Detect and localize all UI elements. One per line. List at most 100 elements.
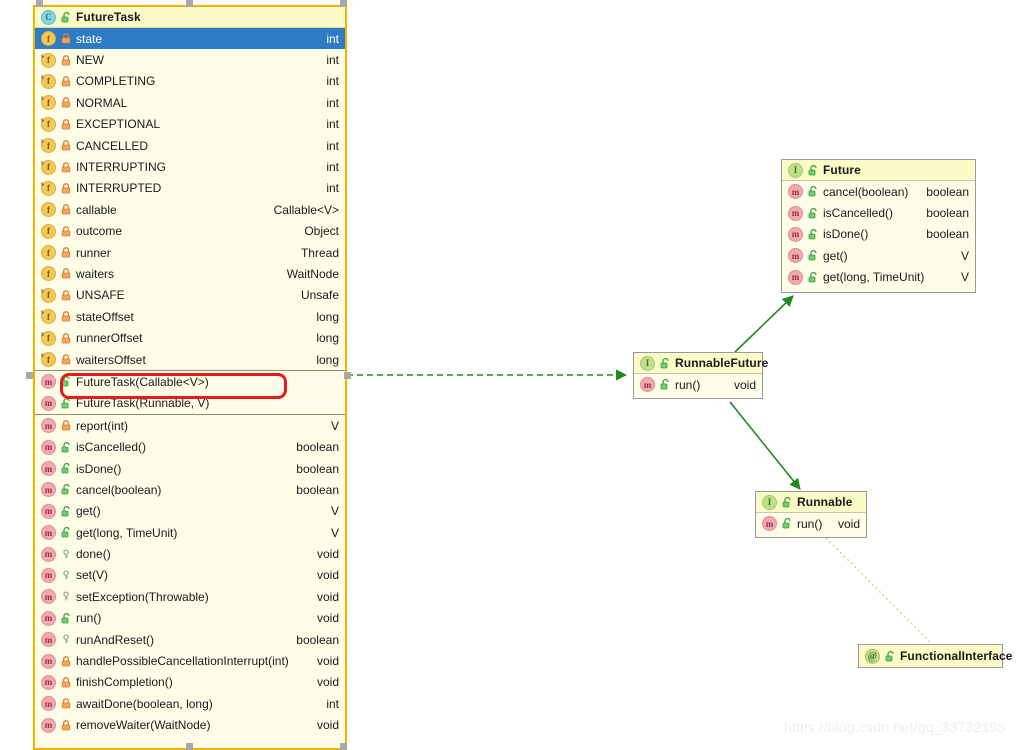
- table-row[interactable]: f runner Thread: [35, 242, 345, 263]
- visibility-private-icon: [60, 140, 71, 151]
- method-icon: m: [788, 248, 803, 264]
- member-name: isDone(): [76, 461, 122, 476]
- table-row[interactable]: m get(long, TimeUnit) V: [35, 522, 345, 543]
- table-row[interactable]: f NORMAL int: [35, 92, 345, 113]
- member-name: cancel(boolean): [823, 184, 909, 199]
- method-icon: m: [41, 461, 56, 476]
- member-name: isDone(): [823, 227, 869, 242]
- visibility-public-icon: [659, 379, 670, 390]
- class-header-future[interactable]: I Future: [782, 160, 975, 181]
- field-icon: f: [41, 245, 56, 261]
- table-row[interactable]: m get() V: [35, 501, 345, 522]
- table-row[interactable]: f CANCELLED int: [35, 135, 345, 156]
- method-icon: m: [41, 546, 56, 562]
- table-row[interactable]: m setException(Throwable) void: [35, 586, 345, 607]
- visibility-private-icon: [60, 655, 71, 667]
- table-row[interactable]: m finishCompletion() void: [35, 672, 345, 693]
- static-field-icon: f: [41, 159, 56, 175]
- class-box-runnable[interactable]: I Runnable m run() void: [755, 491, 867, 538]
- table-row[interactable]: m isDone() boolean: [35, 458, 345, 479]
- member-name: INTERRUPTED: [76, 181, 162, 196]
- table-row[interactable]: m isCancelled() boolean: [782, 202, 975, 223]
- member-name: get(): [823, 248, 848, 263]
- table-row[interactable]: m cancel(boolean) boolean: [782, 181, 975, 202]
- class-header-functionalinterface[interactable]: @ FunctionalInterface: [859, 645, 1012, 667]
- field-icon: f: [41, 266, 56, 282]
- table-row[interactable]: m removeWaiter(WaitNode) void: [35, 715, 345, 736]
- annotation-highlight-constructor: [60, 373, 287, 399]
- selection-handle-middle-left[interactable]: [26, 372, 33, 379]
- table-row[interactable]: f waitersOffset long: [35, 349, 345, 370]
- class-box-runnablefuture[interactable]: I RunnableFuture m run() void: [633, 352, 768, 399]
- table-row[interactable]: m awaitDone(boolean, long) int: [35, 693, 345, 714]
- method-icon: m: [41, 567, 56, 583]
- class-box-future[interactable]: I Future m cancel(boolean) boolean m isC…: [781, 159, 976, 293]
- diagram-canvas[interactable]: C FutureTask f state int f NEW int: [0, 0, 1031, 750]
- selection-handle-middle-right[interactable]: [344, 372, 351, 379]
- visibility-public-icon: [60, 397, 71, 409]
- annotation-icon: @: [865, 648, 880, 664]
- table-row[interactable]: f COMPLETING int: [35, 71, 345, 92]
- table-row[interactable]: m set(V) void: [35, 565, 345, 586]
- table-row[interactable]: f EXCEPTIONAL int: [35, 114, 345, 135]
- visibility-private-icon: [60, 183, 71, 194]
- method-list-runnablefuture: m run() void: [634, 374, 762, 395]
- table-row[interactable]: f stateOffset long: [35, 306, 345, 327]
- visibility-private-icon: [60, 698, 71, 709]
- member-name: state: [76, 31, 103, 46]
- table-row[interactable]: f state int: [35, 28, 345, 50]
- static-field-icon: f: [41, 180, 56, 196]
- relation-runnablefuture-future: [734, 295, 794, 353]
- member-type: int: [326, 160, 339, 175]
- member-type: V: [330, 525, 339, 540]
- member-type: void: [316, 589, 339, 604]
- visibility-private-icon: [60, 354, 71, 365]
- table-row[interactable]: m done() void: [35, 543, 345, 564]
- table-row[interactable]: f callable Callable<V>: [35, 199, 345, 220]
- table-row[interactable]: m report(int) V: [35, 415, 345, 436]
- class-header-runnable[interactable]: I Runnable: [756, 492, 866, 513]
- visibility-private-icon: [60, 332, 71, 344]
- table-row[interactable]: m run() void: [634, 374, 762, 395]
- member-name: get(long, TimeUnit): [76, 525, 178, 540]
- table-row[interactable]: m isCancelled() boolean: [35, 436, 345, 457]
- table-row[interactable]: f outcome Object: [35, 221, 345, 242]
- table-row[interactable]: f runnerOffset long: [35, 327, 345, 348]
- table-row[interactable]: f NEW int: [35, 49, 345, 70]
- relation-runnable-functionalinterface: [825, 537, 933, 645]
- visibility-public-icon: [781, 518, 792, 529]
- table-row[interactable]: m isDone() boolean: [782, 224, 975, 245]
- member-name: get(long, TimeUnit): [823, 270, 925, 285]
- table-row[interactable]: f INTERRUPTED int: [35, 178, 345, 199]
- table-row[interactable]: m run() void: [756, 513, 866, 534]
- member-type: int: [326, 53, 339, 68]
- member-name: done(): [76, 547, 111, 562]
- member-type: int: [326, 74, 339, 89]
- table-row[interactable]: m runAndReset() boolean: [35, 629, 345, 650]
- selection-handle-bottom-right[interactable]: [340, 743, 347, 750]
- table-row[interactable]: m get() V: [782, 245, 975, 266]
- selection-handle-top-right[interactable]: [340, 0, 347, 7]
- table-row[interactable]: m handlePossibleCancellationInterrupt(in…: [35, 650, 345, 671]
- table-row[interactable]: m run() void: [35, 608, 345, 629]
- method-icon: m: [788, 184, 803, 200]
- member-name: waitersOffset: [76, 352, 146, 367]
- table-row[interactable]: f waiters WaitNode: [35, 263, 345, 284]
- class-header-runnablefuture[interactable]: I RunnableFuture: [634, 353, 768, 374]
- visibility-public-icon: [807, 207, 818, 219]
- table-row[interactable]: m cancel(boolean) boolean: [35, 479, 345, 500]
- static-field-icon: f: [41, 94, 56, 111]
- selection-handle-top-center[interactable]: [186, 0, 193, 7]
- field-icon: f: [41, 202, 56, 218]
- member-type: V: [960, 270, 969, 285]
- selection-handle-bottom-center[interactable]: [186, 743, 193, 750]
- class-box-functionalinterface[interactable]: @ FunctionalInterface: [858, 644, 1012, 668]
- member-name: report(int): [76, 418, 129, 433]
- table-row[interactable]: f INTERRUPTING int: [35, 156, 345, 177]
- class-header-futuretask[interactable]: C FutureTask: [35, 7, 345, 28]
- member-name: run(): [76, 611, 102, 626]
- table-row[interactable]: f UNSAFE Unsafe: [35, 285, 345, 306]
- table-row[interactable]: m get(long, TimeUnit) V: [782, 267, 975, 288]
- selection-handle-top-left[interactable]: [36, 0, 43, 7]
- static-field-icon: f: [41, 73, 56, 89]
